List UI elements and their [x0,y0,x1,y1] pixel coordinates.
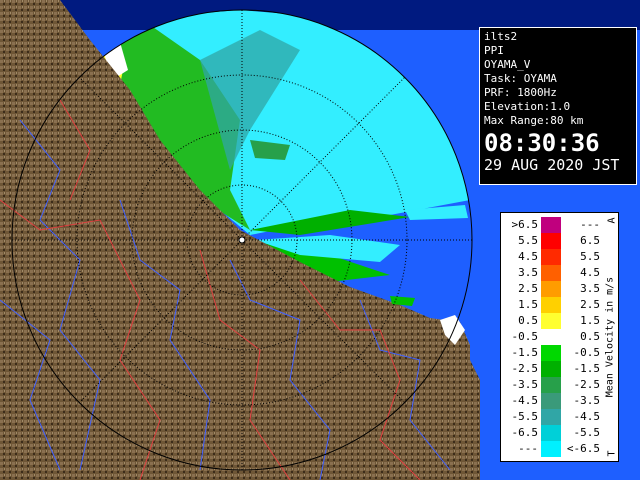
legend-high-value: -2.5 [573,378,601,391]
radar-site-marker [238,236,246,244]
legend-tag-top: A [606,217,618,224]
legend-row: 1.5 2.5 [501,297,601,313]
legend-high-value: 3.5 [580,282,600,295]
legend-swatch [541,441,561,457]
legend-low-value: -4.5 [511,394,539,407]
max-range-value: Max Range:80 km [484,114,584,127]
legend-row: 5.5 6.5 [501,233,601,249]
legend-swatch [541,297,561,313]
legend-low-value: 0.5 [518,314,538,327]
site-name: OYAMA_V [484,58,531,71]
legend-high-value: 0.5 [580,330,600,343]
legend-low-value: 2.5 [518,282,538,295]
legend-low-value: -3.5 [511,378,539,391]
legend-swatch [541,217,561,233]
legend-low-value: 1.5 [518,298,538,311]
legend-row: -5.5 -4.5 [501,409,601,425]
scan-type: PPI [484,44,504,57]
legend-row: -3.5 -2.5 [501,377,601,393]
prf-value: PRF: 1800Hz [484,86,557,99]
legend-row: -4.5 -3.5 [501,393,601,409]
legend-row: 2.5 3.5 [501,281,601,297]
legend-row: 4.5 5.5 [501,249,601,265]
legend-row: -2.5 -1.5 [501,361,601,377]
legend-swatch [541,345,561,361]
scan-time: 08:30:36 [484,129,600,157]
legend-low-value: -1.5 [511,346,539,359]
legend-tag-bottom: T [606,450,618,457]
legend-swatch [541,393,561,409]
legend-high-value: 6.5 [580,234,600,247]
legend-low-value: 3.5 [518,266,538,279]
legend-swatch [541,377,561,393]
legend-row: --- <-6.5 [501,441,601,457]
legend-high-value: 4.5 [580,266,600,279]
legend-low-value: --- [518,442,538,455]
legend-row: 3.5 4.5 [501,265,601,281]
legend-high-value: 2.5 [580,298,600,311]
legend-row: -6.5 -5.5 [501,425,601,441]
legend-swatch [541,281,561,297]
product-name: ilts2 [484,30,518,43]
legend-low-value: -6.5 [511,426,539,439]
legend-high-value: 1.5 [580,314,600,327]
legend-swatch [541,313,561,329]
legend-swatch [541,425,561,441]
legend-low-value: -0.5 [511,330,539,343]
legend-low-value: -5.5 [511,410,539,423]
info-panel: ilts2 PPI OYAMA_V Task: OYAMA PRF: 1800H… [479,27,637,185]
legend-high-value: <-6.5 [566,442,600,455]
legend-row: -0.5 0.5 [501,329,601,345]
legend-swatch [541,329,561,345]
task-name: Task: OYAMA [484,72,557,85]
legend-high-value: --- [580,218,600,231]
legend-low-value: 4.5 [518,250,538,263]
legend-row: -1.5 -0.5 [501,345,601,361]
legend-high-value: -0.5 [573,346,601,359]
legend-title-wrap: Mean Velocity in m/s [602,217,618,457]
legend-high-value: 5.5 [580,250,600,263]
elevation-value: Elevation:1.0 [484,100,571,113]
scan-date: 29 AUG 2020 JST [484,156,620,174]
legend-row: >6.5 --- [501,217,601,233]
legend-high-value: -4.5 [573,410,601,423]
legend-high-value: -5.5 [573,426,601,439]
legend-high-value: -3.5 [573,394,601,407]
legend-swatch [541,265,561,281]
legend-swatch [541,249,561,265]
legend-row: 0.5 1.5 [501,313,601,329]
legend-swatch [541,361,561,377]
legend-swatch [541,233,561,249]
legend-low-value: >6.5 [511,218,539,231]
legend-title: Mean Velocity in m/s [604,276,616,398]
legend-swatch [541,409,561,425]
velocity-legend: >6.5 --- 5.5 6.5 4.5 5.5 3.5 4.5 2.5 3.5 1.5 2.5 0.5… [500,212,619,462]
legend-low-value: -2.5 [511,362,539,375]
legend-high-value: -1.5 [573,362,601,375]
legend-low-value: 5.5 [518,234,538,247]
